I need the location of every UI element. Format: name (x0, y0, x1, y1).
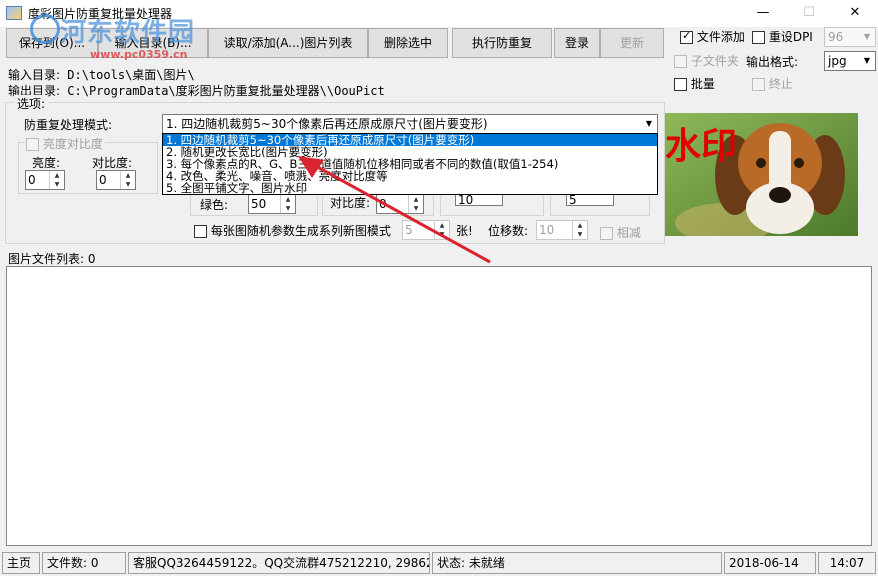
terminate-checkbox[interactable]: 终止 (752, 75, 793, 92)
contrast-spinner[interactable]: 0 ▲ ▼ (96, 170, 136, 190)
spin-arrows-icon[interactable]: ▲▼ (49, 171, 64, 189)
file-list-label: 图片文件列表: 0 (8, 252, 96, 266)
file-add-label: 文件添加 (696, 30, 745, 44)
mode-combo[interactable]: 1. 四边随机裁剪5~30个像素后再还原成原尺寸(图片要变形) ▼ (162, 114, 658, 134)
brightness-contrast-label: 亮度对比度 (42, 137, 103, 151)
brightness-contrast-checkbox[interactable]: 亮度对比度 (24, 135, 105, 152)
contrast-value: 0 (99, 173, 107, 187)
chevron-down-icon: ▼ (863, 56, 871, 65)
file-add-checkbox[interactable]: 文件添加 (680, 28, 745, 45)
mode-label: 防重复处理模式: (24, 118, 113, 132)
output-format-value: jpg (828, 54, 847, 68)
contrast-label: 对比度: (92, 156, 133, 170)
offset-value: 10 (539, 223, 555, 237)
dpi-value: 96 (828, 30, 844, 44)
delete-selected-button[interactable]: 删除选中 (368, 28, 448, 58)
output-dir-line: 输出目录: C:\ProgramData\度彩图片防重复批量处理器\\OouPi… (8, 82, 385, 99)
param4-value: 5 (569, 193, 577, 207)
status-state: 状态: 未就绪 (432, 552, 722, 574)
terminate-label: 终止 (768, 77, 793, 91)
output-format-label: 输出格式: (746, 55, 799, 69)
green-spinner[interactable]: 50 ▲ ▼ (248, 194, 296, 214)
checkbox-box (194, 225, 207, 238)
app-icon (6, 6, 22, 20)
reset-dpi-label: 重设DPI (768, 30, 813, 44)
spin-arrows-icon[interactable]: ▲▼ (572, 221, 587, 239)
status-file-count: 文件数: 0 (42, 552, 126, 574)
minimize-button[interactable]: — (740, 0, 786, 27)
status-home[interactable]: 主页 (2, 552, 40, 574)
input-dir-line: 输入目录: D:\tools\桌面\图片\ (8, 66, 195, 83)
red-arrow-annotation (298, 156, 491, 264)
close-button[interactable]: ✕ (832, 0, 878, 27)
output-format-combo[interactable]: jpg ▼ (824, 51, 876, 71)
output-dir-value: C:\ProgramData\度彩图片防重复批量处理器\\OouPict (67, 84, 385, 98)
batch-label: 批量 (690, 77, 715, 91)
window-title: 度彩图片防重复批量处理器 (28, 7, 173, 21)
checkbox-box (752, 31, 765, 44)
mode-value: 1. 四边随机裁剪5~30个像素后再还原成原尺寸(图片要变形) (166, 117, 488, 131)
image-file-list[interactable] (6, 266, 872, 546)
input-dir-button[interactable]: 输入目录(B)... (98, 28, 208, 58)
green-value: 50 (251, 197, 267, 211)
checkbox-box (674, 55, 687, 68)
subtract-checkbox[interactable]: 相减 (600, 224, 641, 241)
reset-dpi-checkbox[interactable]: 重设DPI (752, 28, 813, 45)
chevron-down-icon: ▼ (863, 32, 871, 41)
save-to-button[interactable]: 保存到(O)... (6, 28, 98, 58)
options-legend: 选项: (14, 95, 49, 112)
green-label: 绿色: (200, 198, 229, 212)
maximize-button[interactable]: ☐ (786, 0, 832, 27)
run-button[interactable]: 执行防重复 (452, 28, 552, 58)
subfolder-checkbox[interactable]: 子文件夹 (674, 52, 739, 69)
brightness-value: 0 (28, 173, 36, 187)
status-service: 客服QQ3264459122。QQ交流群475212210, 298620822… (128, 552, 430, 574)
brightness-label: 亮度: (32, 156, 61, 170)
checkbox-box (26, 138, 39, 151)
preview-watermark-text: 水印 (665, 126, 738, 167)
batch-checkbox[interactable]: 批量 (674, 75, 715, 92)
read-list-button[interactable]: 读取/添加(A...)图片列表 (208, 28, 368, 58)
update-button[interactable]: 更新 (600, 28, 664, 58)
checkbox-box (600, 227, 613, 240)
input-dir-label: 输入目录: (8, 68, 61, 82)
status-date: 2018-06-14 (724, 552, 816, 574)
subfolder-label: 子文件夹 (690, 54, 739, 68)
subtract-label: 相减 (616, 226, 641, 240)
input-dir-value: D:\tools\桌面\图片\ (67, 68, 195, 82)
checkbox-box (674, 78, 687, 91)
status-time: 14:07 (818, 552, 876, 574)
checkbox-box (752, 78, 765, 91)
offset-spinner[interactable]: 10 ▲ ▼ (536, 220, 588, 240)
dpi-combo[interactable]: 96 ▼ (824, 27, 876, 47)
login-button[interactable]: 登录 (554, 28, 600, 58)
chevron-down-icon: ▼ (645, 119, 653, 128)
checkbox-box (680, 29, 693, 44)
preview-image: 水印 (665, 113, 858, 236)
spin-arrows-icon[interactable]: ▲▼ (120, 171, 135, 189)
brightness-spinner[interactable]: 0 ▲ ▼ (25, 170, 65, 190)
